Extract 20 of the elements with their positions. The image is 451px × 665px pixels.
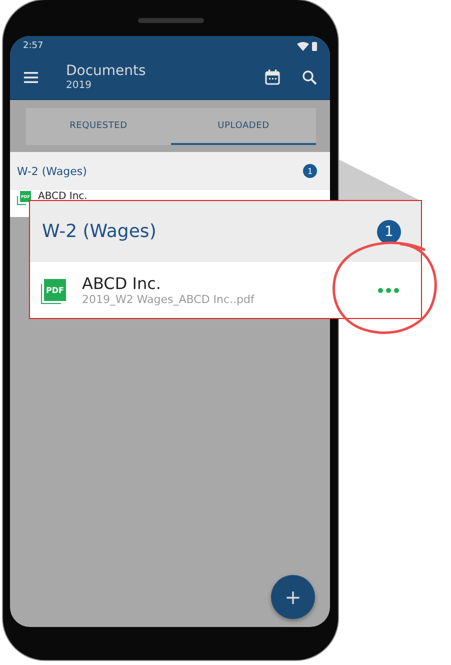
count-badge: 1 [303, 164, 317, 178]
group-title: W-2 (Wages) [42, 221, 156, 242]
app-title: Documents [66, 63, 147, 80]
document-name: ABCD Inc. [82, 274, 162, 293]
document-name: ABCD Inc. [38, 191, 88, 202]
file-name: 2019_W2 Wages_ABCD Inc..pdf [82, 293, 256, 306]
calendar-icon [265, 69, 280, 85]
tab[interactable]: REQUESTED [26, 108, 171, 145]
status-time: 2:57 [23, 40, 44, 50]
wifi-battery-icon [296, 40, 318, 50]
count-badge: 1 [377, 220, 401, 244]
app-subtitle: 2019 [66, 80, 92, 91]
tab[interactable]: UPLOADED [171, 108, 316, 145]
search-icon [302, 70, 317, 84]
group-title: W-2 (Wages) [17, 164, 87, 178]
speaker-grille [138, 18, 204, 23]
pdf-icon: PDF [44, 279, 66, 301]
more-icon [378, 288, 399, 292]
menu-icon [24, 72, 38, 82]
add-button[interactable]: + [271, 575, 315, 619]
